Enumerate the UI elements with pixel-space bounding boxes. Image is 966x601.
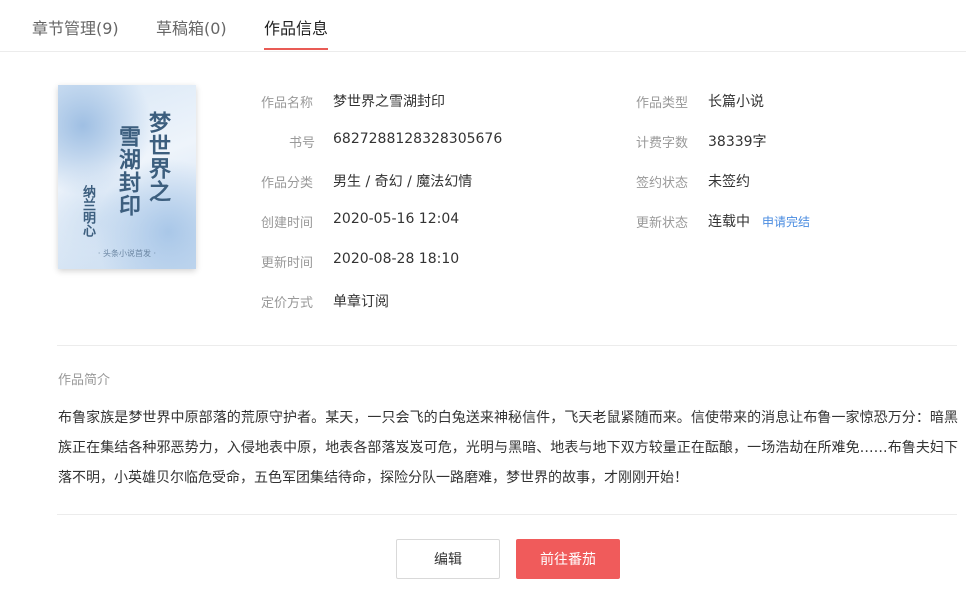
info-label-sign-status: 签约状态	[636, 176, 689, 191]
info-label-update-status: 更新状态	[636, 216, 689, 231]
active-tab-indicator	[264, 48, 328, 50]
info-value-created: 2020-05-16 12:04	[333, 211, 460, 227]
tab-drafts[interactable]: 草稿箱(0)	[156, 15, 227, 39]
synopsis-text: 布鲁家族是梦世界中原部落的荒原守护者。某天，一只会飞的白兔送来神秘信件，飞天老鼠…	[58, 410, 958, 486]
info-label-title: 作品名称	[261, 96, 314, 111]
info-value-pricing: 单章订阅	[333, 294, 389, 310]
info-label-work-type: 作品类型	[636, 96, 689, 111]
apply-completion-link[interactable]: 申请完结	[762, 213, 810, 230]
tab-chapter-management[interactable]: 章节管理(9)	[32, 15, 119, 39]
info-label-created: 创建时间	[261, 216, 314, 231]
info-label-updated: 更新时间	[261, 256, 314, 271]
info-label-category: 作品分类	[261, 176, 314, 191]
info-value-update-status: 连载中	[708, 214, 750, 230]
info-value-work-type: 长篇小说	[708, 94, 764, 110]
info-value-updated: 2020-08-28 18:10	[333, 251, 460, 267]
section-divider	[57, 345, 957, 346]
cover-title-line1: 梦世界之	[145, 111, 171, 203]
info-label-pricing: 定价方式	[261, 296, 314, 311]
info-value-sign-status: 未签约	[708, 174, 750, 190]
info-value-word-count: 38339字	[708, 134, 767, 150]
tab-work-info[interactable]: 作品信息	[264, 15, 328, 39]
info-value-category: 男生 / 奇幻 / 魔法幻情	[333, 174, 473, 190]
footer-divider	[57, 514, 957, 515]
info-label-book-id: 书号	[289, 136, 316, 151]
tab-bar: 章节管理(9) 草稿箱(0) 作品信息	[0, 0, 966, 52]
synopsis-label: 作品简介	[58, 373, 111, 388]
info-value-book-id: 6827288128328305676	[333, 131, 503, 147]
cover-title-line2: 雪湖封印	[115, 125, 141, 217]
info-value-title: 梦世界之雪湖封印	[333, 94, 445, 110]
book-cover: 梦世界之 雪湖封印 纳兰明心 · 头条小说首发 ·	[58, 85, 196, 269]
cover-publisher: · 头条小说首发 ·	[97, 249, 157, 258]
go-to-fanqie-button[interactable]: 前往番茄	[516, 539, 620, 579]
cover-author: 纳兰明心	[80, 185, 95, 237]
edit-button[interactable]: 编辑	[396, 539, 500, 579]
info-label-word-count: 计费字数	[636, 136, 689, 151]
